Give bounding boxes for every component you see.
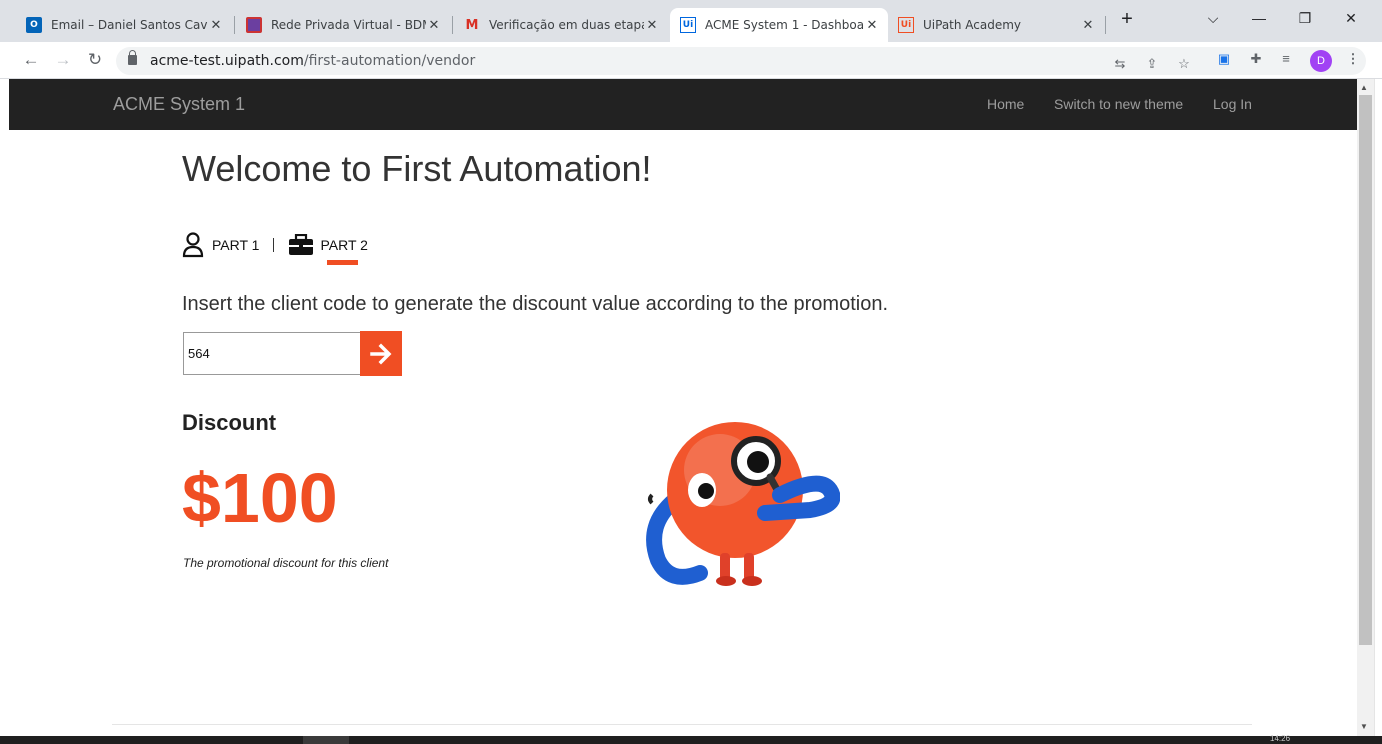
- browser-tab[interactable]: Rede Privada Virtual - BDMG ✕: [236, 8, 450, 42]
- address-bar: ← → ↻ acme-test.uipath.com/first-automat…: [0, 42, 1382, 79]
- taskbar-clock: 14:26: [1270, 734, 1291, 743]
- scrollbar-thumb[interactable]: [1359, 95, 1372, 645]
- discount-value: $100: [182, 459, 338, 537]
- browser-tab[interactable]: Ui UiPath Academy ✕: [888, 8, 1104, 42]
- nav-switch-theme-link[interactable]: Switch to new theme: [1054, 96, 1183, 112]
- extension-icon[interactable]: ▣: [1214, 51, 1234, 67]
- step-divider: [273, 238, 275, 252]
- lock-icon: [128, 50, 137, 65]
- tab-search-icon[interactable]: ⌵: [1198, 10, 1228, 27]
- step-indicator: PART 1 PART 2: [182, 232, 368, 258]
- translate-icon[interactable]: ⇆: [1110, 56, 1130, 72]
- url-text[interactable]: acme-test.uipath.com/first-automation/ve…: [150, 53, 475, 69]
- gmail-icon: M: [465, 17, 479, 33]
- side-panel-edge: [1374, 79, 1382, 739]
- arrow-right-icon: [370, 343, 392, 364]
- restore-icon[interactable]: ❐: [1290, 10, 1320, 27]
- close-tab-icon[interactable]: ✕: [208, 18, 224, 33]
- vpn-icon: [246, 17, 262, 33]
- profile-avatar[interactable]: D: [1310, 50, 1332, 72]
- discount-heading: Discount: [182, 410, 277, 435]
- page-title: Welcome to First Automation!: [182, 148, 652, 189]
- os-taskbar: 14:26: [0, 734, 1382, 744]
- browser-tab[interactable]: M Verificação em duas etapas da ✕: [454, 8, 668, 42]
- close-tab-icon[interactable]: ✕: [1080, 18, 1096, 33]
- scroll-down-icon[interactable]: ▼: [1360, 722, 1368, 731]
- site-brand[interactable]: ACME System 1: [113, 94, 245, 115]
- page-scrollbar[interactable]: ▲ ▼: [1357, 79, 1374, 739]
- minimize-icon[interactable]: —: [1244, 10, 1274, 26]
- browser-tab[interactable]: O Email – Daniel Santos Cavalcanti ✕: [16, 8, 232, 42]
- step-part2[interactable]: PART 2: [320, 237, 367, 253]
- user-icon: [182, 232, 204, 258]
- forward-icon[interactable]: →: [52, 50, 74, 70]
- uipath-icon: Ui: [680, 17, 696, 33]
- browser-tab-active[interactable]: Ui ACME System 1 - Dashboard ✕: [670, 8, 888, 42]
- briefcase-icon: [289, 234, 314, 255]
- uipath-icon: Ui: [898, 17, 914, 33]
- mascot-magnifier-illustration: [646, 422, 840, 586]
- step-part1[interactable]: PART 1: [212, 237, 259, 253]
- outlook-icon: O: [26, 17, 42, 33]
- close-window-icon[interactable]: ✕: [1336, 10, 1366, 27]
- discount-note: The promotional discount for this client: [183, 556, 389, 570]
- nav-home-link[interactable]: Home: [987, 96, 1024, 112]
- close-tab-icon[interactable]: ✕: [426, 18, 442, 33]
- share-icon[interactable]: ⇪: [1142, 56, 1162, 72]
- menu-kebab-icon[interactable]: ⋮: [1343, 51, 1363, 67]
- browser-tab-strip: O Email – Daniel Santos Cavalcanti ✕ Red…: [0, 0, 1382, 44]
- instruction-text: Insert the client code to generate the d…: [182, 293, 888, 315]
- extensions-puzzle-icon[interactable]: ✚: [1246, 51, 1266, 67]
- scroll-up-icon[interactable]: ▲: [1360, 83, 1368, 92]
- submit-code-button[interactable]: [360, 331, 402, 376]
- close-tab-icon[interactable]: ✕: [864, 18, 880, 33]
- bookmark-star-icon[interactable]: ☆: [1174, 56, 1194, 72]
- omnibox[interactable]: acme-test.uipath.com/first-automation/ve…: [116, 47, 1366, 75]
- taskbar-active-app[interactable]: [303, 736, 349, 744]
- client-code-input[interactable]: [183, 332, 361, 375]
- active-step-underline: [327, 260, 358, 265]
- reload-icon[interactable]: ↻: [84, 50, 106, 70]
- nav-login-link[interactable]: Log In: [1213, 96, 1252, 112]
- new-tab-button[interactable]: +: [1112, 8, 1142, 31]
- close-tab-icon[interactable]: ✕: [644, 18, 660, 33]
- back-icon[interactable]: ←: [20, 50, 42, 70]
- reading-list-icon[interactable]: ≡: [1276, 51, 1296, 66]
- site-navbar: ACME System 1 Home Switch to new theme L…: [9, 79, 1357, 130]
- footer-divider: [112, 724, 1252, 725]
